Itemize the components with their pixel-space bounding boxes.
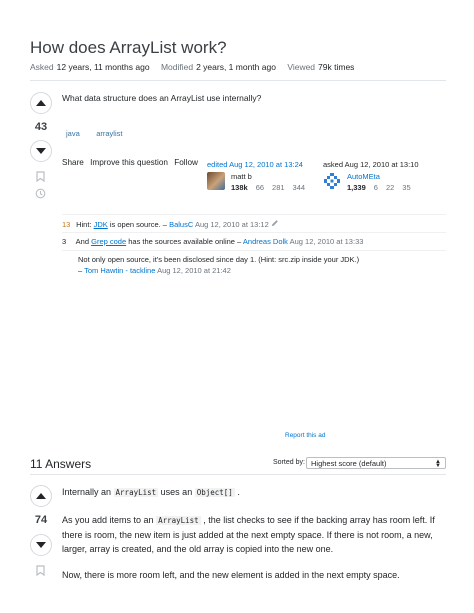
answer-downvote-button[interactable] <box>30 534 52 556</box>
sorted-by-label: Sorted by: <box>273 459 305 466</box>
answer-upvote-button[interactable] <box>30 485 52 507</box>
history-button[interactable] <box>35 186 46 204</box>
identicon-icon <box>323 172 341 190</box>
comment-divider <box>62 214 446 215</box>
tag-arraylist[interactable]: arraylist <box>96 129 122 138</box>
share-link[interactable]: Share <box>62 158 84 167</box>
arrow-down-icon <box>36 148 46 154</box>
editor-name[interactable]: matt b <box>231 172 252 181</box>
arrow-up-icon <box>36 493 46 499</box>
follow-link[interactable]: Follow <box>174 158 198 167</box>
pencil-icon <box>271 220 278 226</box>
comment-score: 3 <box>62 237 67 246</box>
editor-reputation: 138k 66 281 344 <box>231 183 306 192</box>
bookmark-icon <box>36 565 45 577</box>
comment-item: Not only open source, it's been disclose… <box>78 255 360 264</box>
improve-question-link[interactable]: Improve this question <box>90 158 168 167</box>
answer-paragraph: As you add items to an ArrayList , the l… <box>62 515 435 554</box>
owner-name[interactable]: AutoMEta <box>347 172 380 181</box>
comment-divider <box>62 232 446 233</box>
divider <box>30 80 446 81</box>
comment-user[interactable]: Tom Hawtin - tackline <box>84 266 155 275</box>
comment-user[interactable]: BalusC <box>169 220 193 229</box>
meta-viewed: Viewed 79k times <box>287 62 355 72</box>
arrow-up-icon <box>36 100 46 106</box>
comment-score: 13 <box>62 220 71 229</box>
downvote-button[interactable] <box>30 140 52 162</box>
question-body: What data structure does an ArrayList us… <box>62 93 262 103</box>
owner-avatar[interactable] <box>323 172 341 190</box>
comment-user[interactable]: Andreas Dolk <box>243 237 288 246</box>
upvote-button[interactable] <box>30 92 52 114</box>
select-arrows-icon: ▼ <box>435 463 441 469</box>
bookmark-button[interactable] <box>36 169 45 187</box>
editor-action[interactable]: edited Aug 12, 2010 at 13:24 <box>207 160 303 169</box>
answer-score: 74 <box>34 514 48 526</box>
answer-bookmark-button[interactable] <box>36 563 45 581</box>
comment-item: 3 And Grep code has the sources availabl… <box>62 237 364 246</box>
question-score: 43 <box>34 121 48 133</box>
owner-action: asked Aug 12, 2010 at 13:10 <box>323 160 419 169</box>
meta-asked: Asked 12 years, 11 months ago <box>30 62 150 72</box>
bookmark-icon <box>36 171 45 183</box>
answer-paragraph: Now, there is more room left, and the ne… <box>62 570 400 580</box>
answers-heading: 11 Answers <box>30 457 92 471</box>
tag-java[interactable]: java <box>66 129 80 138</box>
comment-divider <box>62 250 446 251</box>
editor-avatar[interactable] <box>207 172 225 190</box>
tag-list: java arraylist <box>66 123 122 141</box>
divider <box>30 474 446 475</box>
answer-paragraph: Internally an ArrayList uses an Object[]… <box>62 487 240 497</box>
comment-item: 13 Hint: JDK is open source. – BalusC Au… <box>62 219 279 229</box>
comment-link-jdk[interactable]: JDK <box>94 220 108 229</box>
post-menu: Share Improve this question Follow <box>62 158 202 167</box>
history-icon <box>35 188 46 199</box>
page-title: How does ArrayList work? <box>30 38 227 57</box>
report-ad-link[interactable]: Report this ad <box>285 432 325 439</box>
owner-reputation: 1,339 6 22 35 <box>347 183 411 192</box>
question-meta: Asked 12 years, 11 months ago Modified 2 y… <box>30 62 363 72</box>
arrow-down-icon <box>36 542 46 548</box>
answer-body: Internally an ArrayList uses an Object[]… <box>62 485 446 582</box>
meta-modified: Modified 2 years, 1 month ago <box>160 62 276 72</box>
sort-select[interactable]: Highest score (default) ▲ ▼ <box>306 457 446 469</box>
comment-link-grepcode[interactable]: Grep code <box>91 237 126 246</box>
comment-signature: – Tom Hawtin - tackline Aug 12, 2010 at … <box>78 266 231 275</box>
